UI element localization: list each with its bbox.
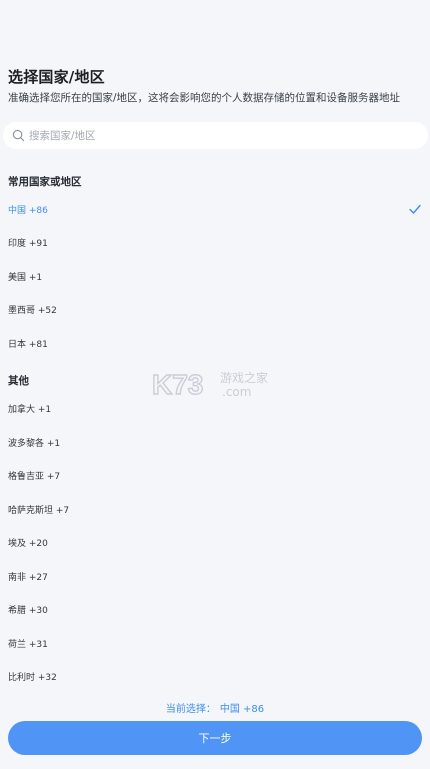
list-item-label: 中国 +86 [8,205,48,216]
list-item-japan[interactable]: 日本 +81 [0,328,430,358]
list-item-label: 哈萨克斯坦 +7 [8,505,70,516]
list-item-puerto-rico[interactable]: 波多黎各 +1 [0,427,430,457]
page-subtitle: 准确选择您所在的国家/地区，这将会影响您的个人数据存储的位置和设备服务器地址 [8,92,401,104]
list-item-label: 印度 +91 [8,238,48,249]
list-item-usa[interactable]: 美国 +1 [0,261,430,291]
other-section-title: 其他 [8,375,29,387]
common-section-title: 常用国家或地区 [8,176,82,188]
list-item-greece[interactable]: 希腊 +30 [0,594,430,624]
watermark-text-line2: .com [222,385,251,399]
list-item-label: 希腊 +30 [8,605,48,616]
list-item-label: 埃及 +20 [8,538,48,549]
list-item-netherlands[interactable]: 荷兰 +31 [0,628,430,658]
search-bar[interactable] [3,122,428,149]
list-item-label: 墨西哥 +52 [8,305,57,316]
watermark-text-line1: 游戏之家 [220,370,268,385]
search-icon [12,129,25,142]
list-item-kazakhstan[interactable]: 哈萨克斯坦 +7 [0,494,430,524]
check-icon [409,204,421,214]
page-title: 选择国家/地区 [8,68,105,86]
list-item-label: 南非 +27 [8,572,48,583]
list-item-china[interactable]: 中国 +86 [0,194,430,224]
list-item-label: 加拿大 +1 [8,404,52,415]
list-item-mexico[interactable]: 墨西哥 +52 [0,294,430,324]
current-selection-value: 中国 +86 [219,704,265,715]
watermark-logo: K73 游戏之家 .com [151,368,268,400]
list-item-label: 荷兰 +31 [8,639,48,650]
list-item-label: 格鲁吉亚 +7 [8,471,61,482]
watermark-brand: K73 [152,369,203,400]
list-item-belgium[interactable]: 比利时 +32 [0,661,430,691]
list-item-india[interactable]: 印度 +91 [0,227,430,257]
next-button[interactable]: 下一步 [8,721,422,755]
list-item-label: 美国 +1 [8,272,43,283]
list-item-egypt[interactable]: 埃及 +20 [0,527,430,557]
current-selection: 当前选择： 中国 +86 [0,700,430,715]
current-selection-label: 当前选择： [165,704,216,715]
list-item-label: 日本 +81 [8,339,48,350]
search-input[interactable] [29,129,409,142]
list-item-label: 波多黎各 +1 [8,438,61,449]
list-item-south-africa[interactable]: 南非 +27 [0,561,430,591]
list-item-label: 比利时 +32 [8,672,57,683]
list-item-georgia[interactable]: 格鲁吉亚 +7 [0,460,430,490]
